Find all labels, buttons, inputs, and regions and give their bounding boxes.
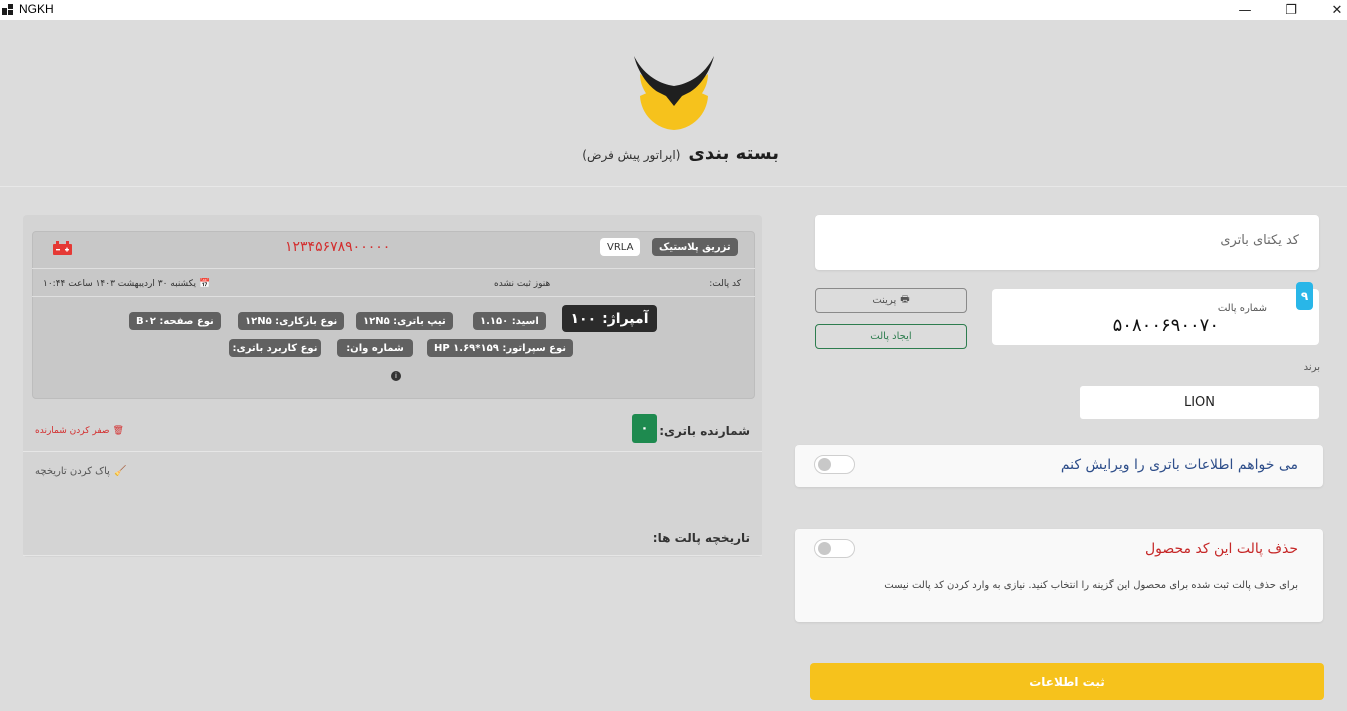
print-icon: 🖶 xyxy=(900,294,910,305)
minimize-button[interactable]: — xyxy=(1222,0,1268,20)
usage-type-tag: نوع کاربرد باتری: xyxy=(229,339,321,357)
delete-pallet-toggle[interactable] xyxy=(814,539,855,558)
print-button[interactable]: 🖶 پرینت xyxy=(815,288,967,313)
delete-pallet-description: برای حذف پالت ثبت شده برای محصول این گزی… xyxy=(884,580,1298,591)
counter-label: شمارنده باتری: xyxy=(659,424,750,438)
datetime: 📅 یکشنبه ۳۰ اردیبهشت ۱۴۰۳ ساعت ۱۰:۴۴ xyxy=(43,279,210,289)
edit-battery-label: می خواهم اطلاعات باتری را ویرایش کنم xyxy=(1060,457,1298,473)
reset-counter-label: صفر کردن شمارنده xyxy=(35,426,110,436)
history-title: تاریخچه پالت ها: xyxy=(652,531,750,545)
amperage-label: آمپراژ: xyxy=(602,310,649,327)
amperage-tag: آمپراژ: ۱۰۰ xyxy=(562,305,657,332)
opener-type-tag: نوع بازکاری: ۱۲N۵ xyxy=(238,312,345,330)
section-divider xyxy=(23,451,762,452)
brand-label: برند xyxy=(1303,362,1320,373)
delete-pallet-label: حذف پالت این کد محصول xyxy=(1144,541,1298,557)
delete-pallet-card: حذف پالت این کد محصول برای حذف پالت ثبت … xyxy=(795,529,1323,622)
battery-tape-tag: تیپ باتری: ۱۲N۵ xyxy=(356,312,453,330)
operator-label: (اپراتور پیش فرض) xyxy=(582,148,681,162)
clear-history-link[interactable]: 🧹 پاک کردن تاریخچه xyxy=(35,466,126,477)
pallet-number-value: ۵۰۸۰۰۶۹۰۰۷۰ xyxy=(1112,315,1219,336)
reset-counter-link[interactable]: 🗑 صفر کردن شمارنده xyxy=(35,426,124,436)
acid-tag: اسید: ۱.۱۵۰ xyxy=(473,312,546,330)
battery-serial: ۱۲۳۴۵۶۷۸۹۰۰۰۰۰ xyxy=(285,239,391,255)
section-divider xyxy=(23,555,762,556)
window-titlebar: NGKH — ❐ ✕ xyxy=(0,0,1347,20)
separator-type-tag: نوع سپراتور: HP ۱.۶۹*۱۵۹ xyxy=(427,339,574,357)
page-title: بسته بندی (اپراتور پیش فرض) xyxy=(582,143,779,164)
plate-type-tag: نوع صفحه: B۰۲ xyxy=(129,312,221,330)
amperage-value: ۱۰۰ xyxy=(570,310,597,327)
pallet-number-label: شماره پالت xyxy=(1217,303,1267,314)
create-pallet-button[interactable]: ایجاد پالت xyxy=(815,324,967,349)
header-divider xyxy=(0,186,1347,187)
brand-select[interactable]: LION xyxy=(1080,386,1319,419)
submit-button[interactable]: ثبت اطلاعات xyxy=(810,663,1324,700)
close-button[interactable]: ✕ xyxy=(1314,0,1347,20)
pallet-code-label: کد پالت: xyxy=(709,279,741,289)
clear-history-label: پاک کردن تاریخچه xyxy=(35,466,110,477)
counter-value: ۰ xyxy=(632,414,657,443)
datetime-value: یکشنبه ۳۰ اردیبهشت ۱۴۰۳ ساعت ۱۰:۴۴ xyxy=(43,279,197,289)
edit-battery-toggle[interactable] xyxy=(814,455,855,474)
pallet-number-field: شماره پالت ۵۰۸۰۰۶۹۰۰۷۰ xyxy=(992,289,1319,345)
pallet-code-status: هنوز ثبت نشده xyxy=(494,279,551,289)
print-label: پرینت xyxy=(872,295,897,306)
van-number-tag: شماره وان: xyxy=(337,339,413,357)
type-tag: VRLA xyxy=(600,238,641,256)
battery-code-field[interactable] xyxy=(815,215,1319,270)
info-divider xyxy=(32,296,755,297)
window-title: NGKH xyxy=(19,2,54,16)
brand-logo-icon xyxy=(634,56,714,130)
broom-icon: 🧹 xyxy=(113,466,127,477)
trash-icon: 🗑 xyxy=(112,426,124,436)
battery-icon xyxy=(53,241,72,255)
calendar-icon: 📅 xyxy=(199,279,211,289)
info-icon[interactable]: i xyxy=(391,371,401,381)
page-title-main: بسته بندی xyxy=(688,143,779,164)
edit-battery-card: می خواهم اطلاعات باتری را ویرایش کنم xyxy=(795,445,1323,487)
battery-code-input[interactable] xyxy=(835,233,1299,248)
info-divider xyxy=(32,268,755,269)
pallet-count-badge: ۹ xyxy=(1296,282,1313,310)
app-icon xyxy=(2,4,16,16)
maximize-button[interactable]: ❐ xyxy=(1268,0,1314,20)
injection-tag: تزریق پلاستیک xyxy=(652,238,738,256)
